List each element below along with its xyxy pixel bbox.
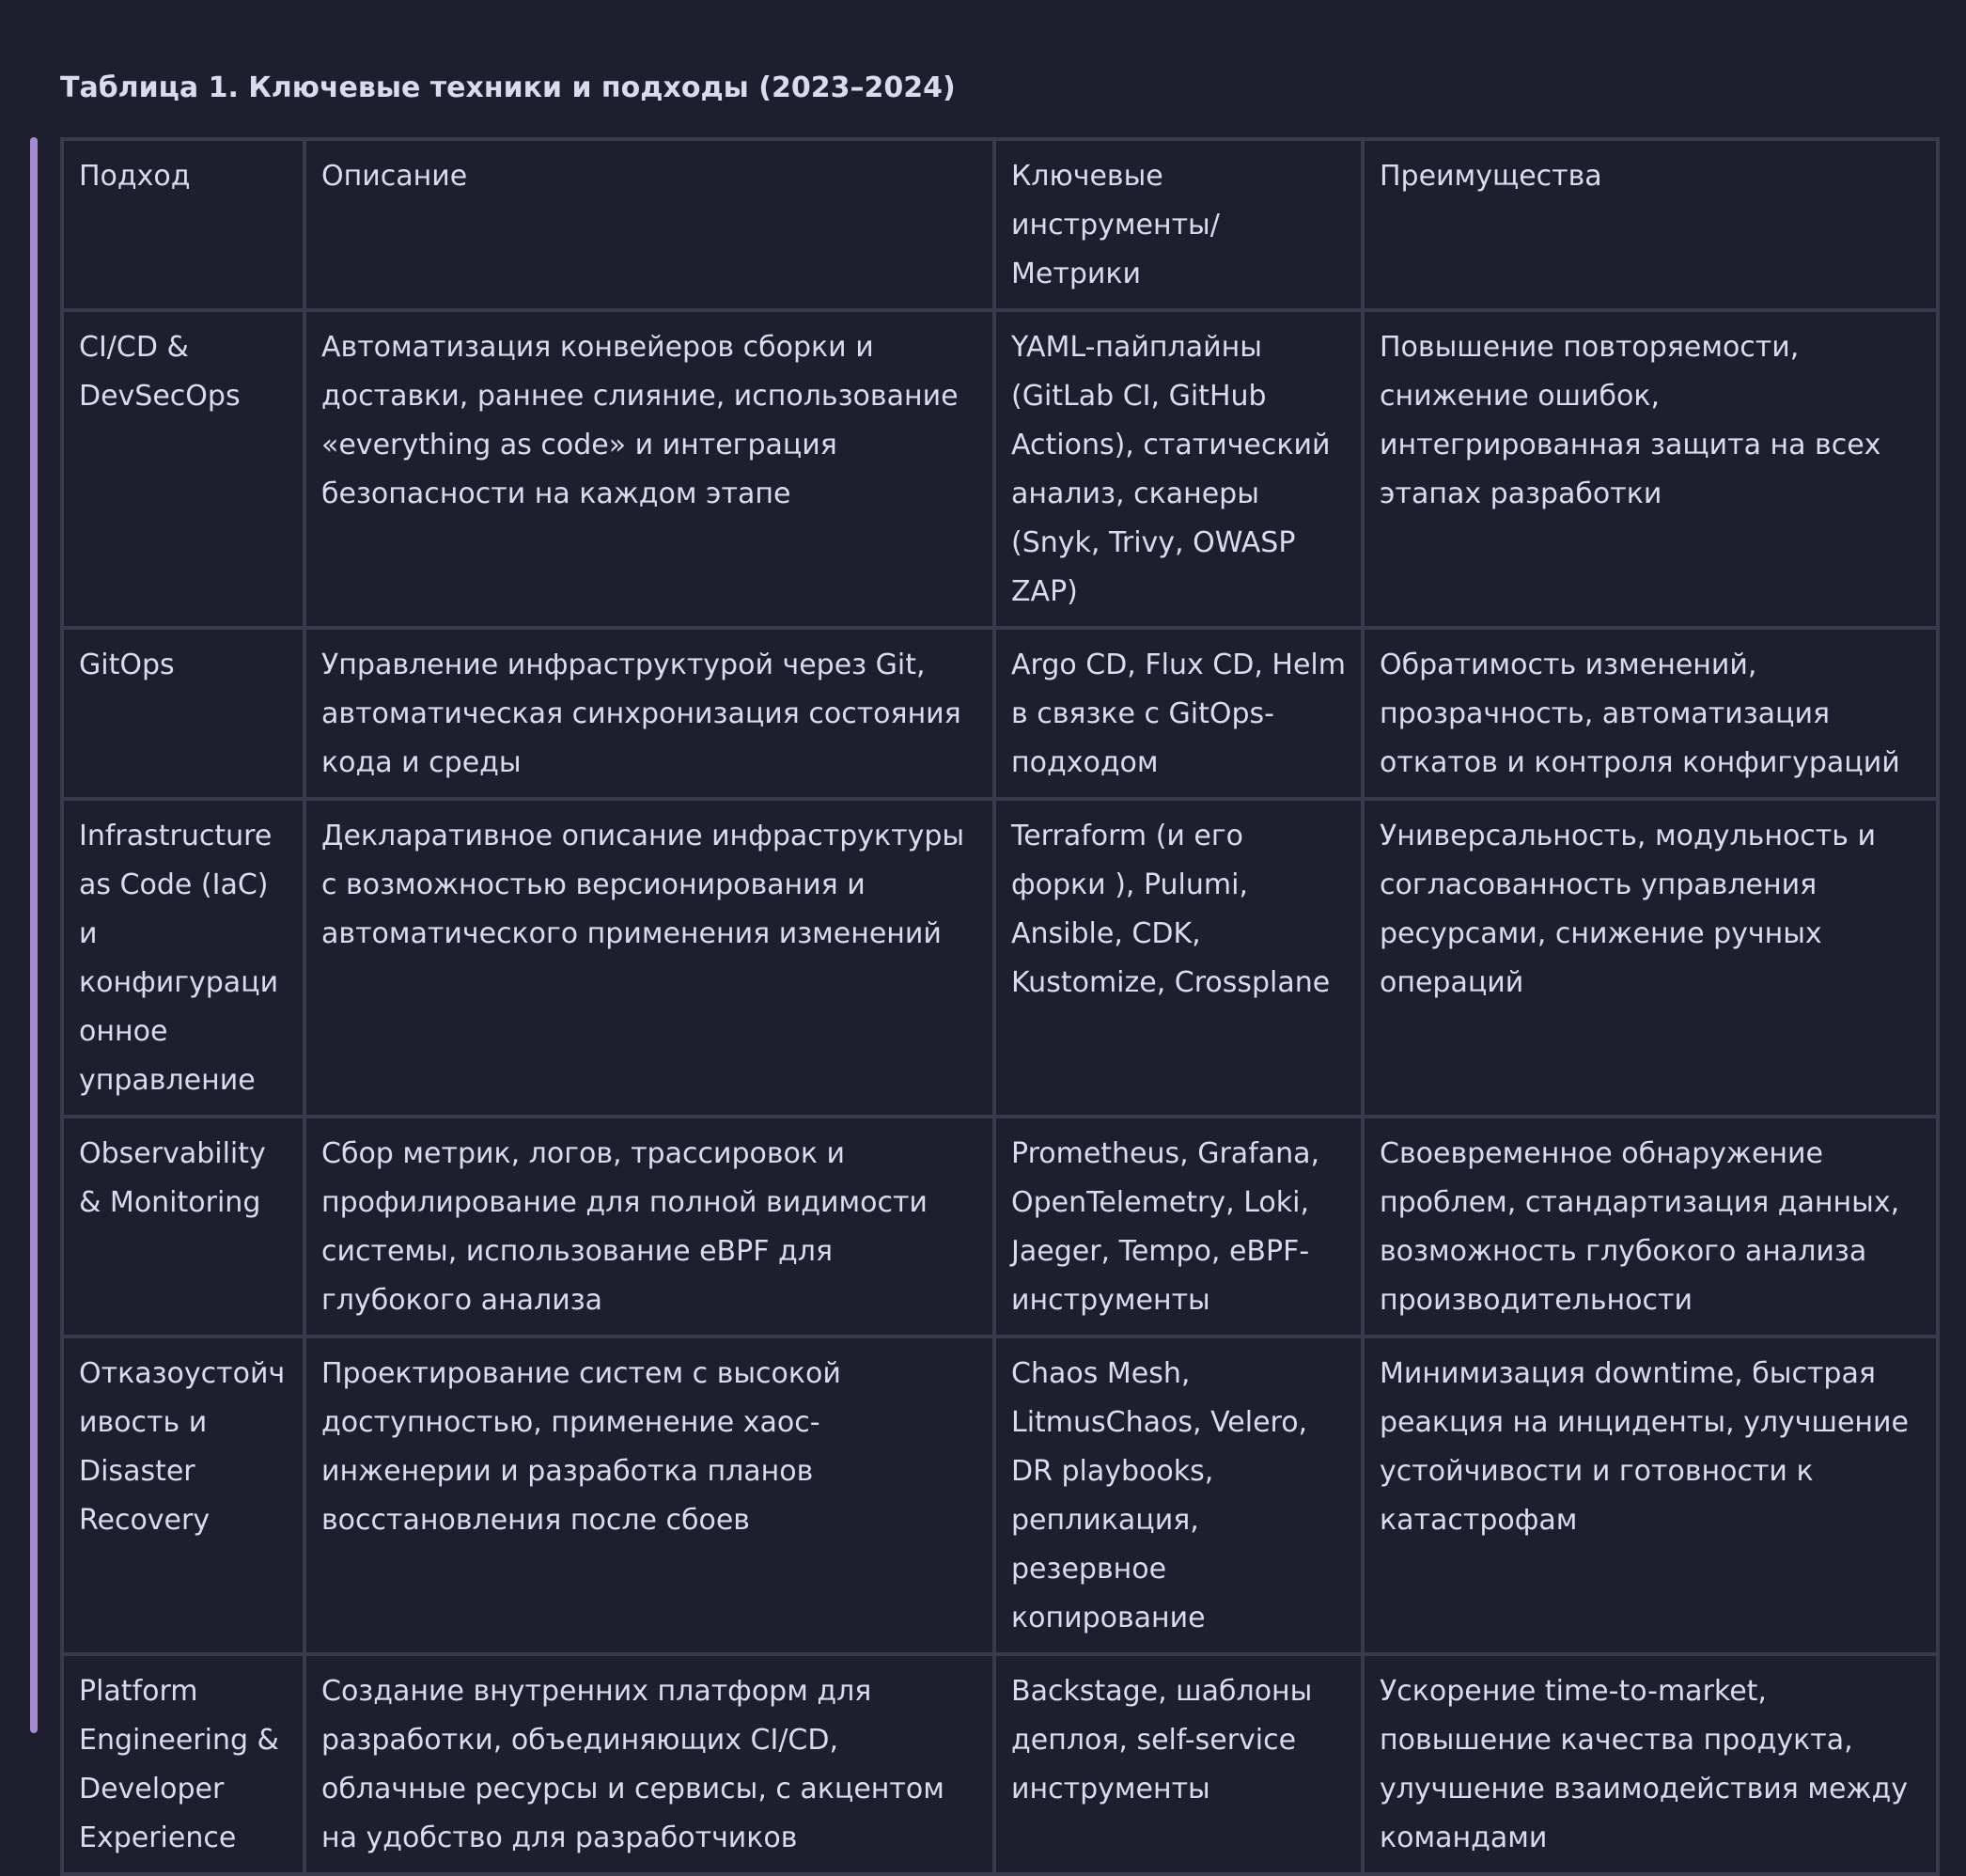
header-benefits: Преимущества <box>1361 137 1940 312</box>
cell-tools: YAML-пайплайны (GitLab CI, GitHub Action… <box>992 308 1365 630</box>
approaches-table: Подход Описание Ключевые инструменты/Мет… <box>60 137 1940 1876</box>
cell-description: Проектирование систем с высокой доступно… <box>303 1335 996 1656</box>
cell-benefits: Своевременное обнаружение проблем, станд… <box>1361 1115 1940 1338</box>
cell-benefits: Минимизация downtime, быстрая реакция на… <box>1361 1335 1940 1656</box>
table-caption: Таблица 1. Ключевые техники и подходы (2… <box>60 71 956 104</box>
table-row: Отказоустойчивость и Disaster Recovery П… <box>60 1335 1940 1656</box>
blockquote-accent-bar <box>30 137 38 1733</box>
cell-benefits: Ускорение time-to-market, повышение каче… <box>1361 1652 1940 1876</box>
header-approach: Подход <box>60 137 306 312</box>
cell-description: Создание внутренних платформ для разрабо… <box>303 1652 996 1876</box>
cell-benefits: Повышение повторяемости, снижение ошибок… <box>1361 308 1940 630</box>
cell-approach: Отказоустойчивость и Disaster Recovery <box>60 1335 306 1656</box>
cell-tools: Backstage, шаблоны деплоя, self-service … <box>992 1652 1365 1876</box>
cell-tools: Chaos Mesh, LitmusChaos, Velero, DR play… <box>992 1335 1365 1656</box>
cell-description: Управление инфраструктурой через Git, ав… <box>303 626 996 801</box>
cell-description: Декларативное описание инфраструктуры с … <box>303 797 996 1118</box>
cell-description: Автоматизация конвейеров сборки и достав… <box>303 308 996 630</box>
cell-approach: Platform Engineering & Developer Experie… <box>60 1652 306 1876</box>
cell-approach: GitOps <box>60 626 306 801</box>
table-row: Observability & Monitoring Сбор метрик, … <box>60 1115 1940 1338</box>
table-row: Infrastructure as Code (IaC) и конфигура… <box>60 797 1940 1118</box>
table-header-row: Подход Описание Ключевые инструменты/Мет… <box>60 137 1940 312</box>
cell-benefits: Универсальность, модульность и согласова… <box>1361 797 1940 1118</box>
cell-benefits: Обратимость изменений, прозрачность, авт… <box>1361 626 1940 801</box>
cell-tools: Terraform (и его форки ), Pulumi, Ansibl… <box>992 797 1365 1118</box>
header-description: Описание <box>303 137 996 312</box>
cell-approach: CI/CD & DevSecOps <box>60 308 306 630</box>
cell-tools: Argo CD, Flux CD, Helm в связке с GitOps… <box>992 626 1365 801</box>
cell-approach: Observability & Monitoring <box>60 1115 306 1338</box>
header-tools-metrics: Ключевые инструменты/Метрики <box>992 137 1365 312</box>
table-row: GitOps Управление инфраструктурой через … <box>60 626 1940 801</box>
cell-description: Сбор метрик, логов, трассировок и профил… <box>303 1115 996 1338</box>
cell-approach: Infrastructure as Code (IaC) и конфигура… <box>60 797 306 1118</box>
table-row: CI/CD & DevSecOps Автоматизация конвейер… <box>60 308 1940 630</box>
table-row: Platform Engineering & Developer Experie… <box>60 1652 1940 1876</box>
cell-tools: Prometheus, Grafana, OpenTelemetry, Loki… <box>992 1115 1365 1338</box>
